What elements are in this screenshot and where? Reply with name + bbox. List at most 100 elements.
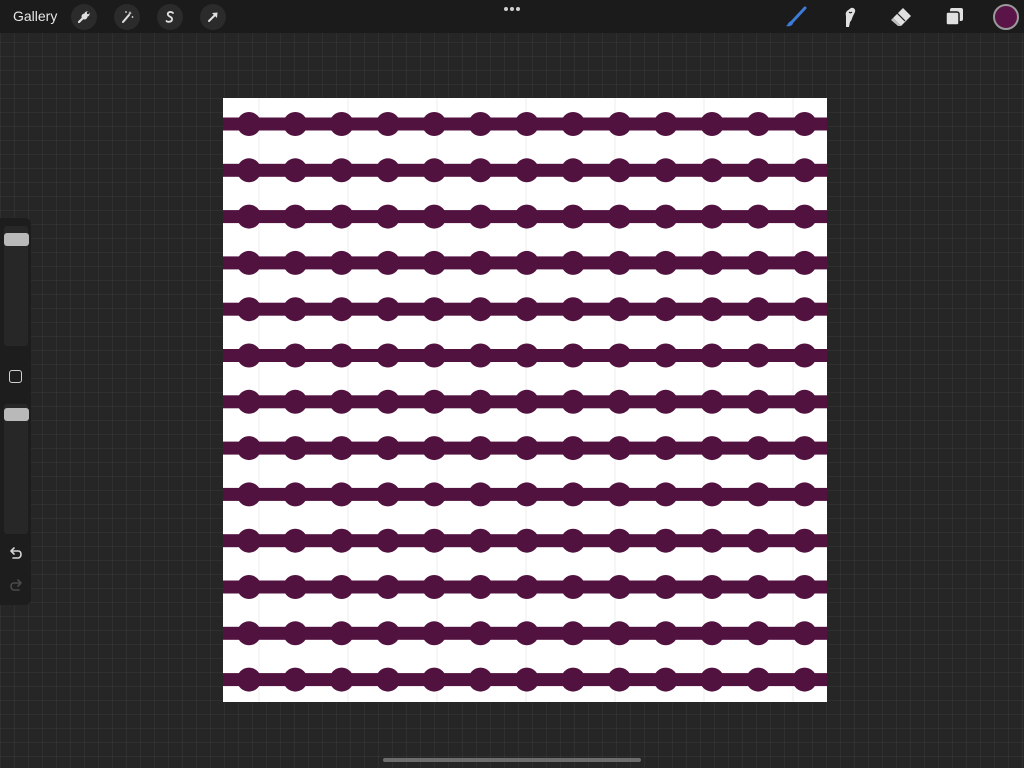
smudge-finger-icon [845,7,856,27]
stroke-dot [283,158,308,183]
stroke-dot [653,482,678,507]
stroke-dot [375,204,400,229]
stroke-dot [329,343,354,368]
stroke-dot [237,343,261,368]
stroke-dot [468,528,493,553]
actions-button[interactable] [71,4,97,30]
stroke-dot [514,528,539,553]
adjustments-button[interactable] [114,4,140,30]
stroke-dot [468,343,493,368]
stroke-dot [375,343,400,368]
stroke-dot [792,575,817,599]
stroke-dot [700,343,724,368]
canvas-artwork [223,98,827,702]
stroke-dot [700,436,724,461]
stroke-dot [561,667,586,692]
stroke-dot [746,528,771,553]
stroke-dot [514,250,539,275]
stroke-dot [329,112,354,136]
stroke-dot [514,389,539,414]
stroke-dot [329,621,354,646]
stroke-dot [700,528,724,553]
stroke-dot [700,112,724,136]
stroke-dot [653,621,678,646]
stroke-dot [422,389,447,414]
stroke-dot [607,112,632,136]
eraser-tool-button[interactable] [888,4,914,30]
stroke-dot [792,389,817,414]
stroke-dot [375,436,400,461]
stroke-dot [792,250,817,275]
stroke-dot [746,343,771,368]
brush-opacity-slider-thumb[interactable] [4,408,29,421]
smudge-tool-button[interactable] [836,4,862,30]
stroke-dot [607,297,632,322]
transform-button[interactable] [200,4,226,30]
drawing-canvas[interactable] [223,98,827,702]
stroke-dot [468,204,493,229]
stroke-dot [283,621,308,646]
stroke-dot [792,343,817,368]
stroke-dot [514,343,539,368]
stroke-dot [422,297,447,322]
stroke-dot [561,575,586,599]
stroke-dot [561,158,586,183]
color-picker-button[interactable] [993,4,1019,30]
stroke-dot [375,528,400,553]
stroke-dot [422,482,447,507]
stroke-dot [792,297,817,322]
stroke-dot [283,436,308,461]
stroke-dot [375,667,400,692]
more-menu-button[interactable] [500,2,524,16]
brush-opacity-slider[interactable] [4,404,28,534]
stroke-dot [237,436,261,461]
stroke-dot [746,250,771,275]
stroke-dot [607,250,632,275]
square-modify-icon[interactable] [9,370,22,383]
stroke-dot [375,297,400,322]
stroke-dot [283,482,308,507]
layers-tool-button[interactable] [941,4,967,30]
brush-size-slider-thumb[interactable] [4,233,29,246]
top-toolbar: Gallery [0,0,1024,33]
stroke-dot [607,621,632,646]
stroke-dot [514,575,539,599]
stroke-dot [792,436,817,461]
stroke-dot [607,482,632,507]
stroke-dot [561,436,586,461]
arrow-cursor-icon [208,12,218,22]
stroke-dot [329,389,354,414]
stroke-dot [653,250,678,275]
stroke-dot [653,436,678,461]
stroke-dot [329,528,354,553]
stroke-dot [468,575,493,599]
gallery-button[interactable]: Gallery [13,8,57,24]
brush-icon [786,6,807,27]
stroke-dot [283,389,308,414]
brush-tool-button[interactable] [783,4,809,30]
stroke-dot [468,621,493,646]
selection-button[interactable] [157,4,183,30]
stroke-dot [561,528,586,553]
stroke-dot [468,158,493,183]
stroke-dot [283,204,308,229]
stroke-dot [746,297,771,322]
redo-button[interactable] [6,576,26,596]
stroke-dot [237,528,261,553]
stroke-dot [329,250,354,275]
stroke-dot [422,343,447,368]
stroke-dot [283,297,308,322]
stroke-dot [561,112,586,136]
stroke-dot [746,667,771,692]
stroke-dot [746,389,771,414]
stroke-dot [700,158,724,183]
undo-button[interactable] [6,544,26,564]
stroke-dot [329,575,354,599]
stroke-dot [607,667,632,692]
stroke-dot [700,575,724,599]
stroke-dot [329,482,354,507]
redo-arrow-icon [10,579,22,591]
stroke-dot [468,436,493,461]
stroke-dot [700,621,724,646]
stroke-dot [237,297,261,322]
